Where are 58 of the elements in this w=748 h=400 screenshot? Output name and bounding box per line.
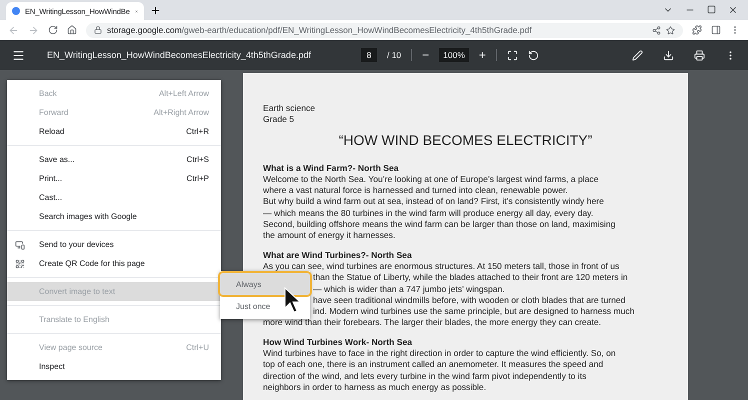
paragraph-line: the amount of energy it harnesses.	[263, 230, 396, 242]
paragraph-line: direction of the wind, and lets every turbine in the wind farm pivot independently to its	[263, 370, 588, 382]
fit-page-icon[interactable]	[506, 50, 518, 60]
devices-icon	[15, 240, 25, 250]
menu-item[interactable]: Always	[220, 273, 310, 295]
new-tab-icon[interactable]	[150, 4, 161, 16]
paragraph-line: than the Statue of Liberty, while the blades attached to their front are 120 meters in	[312, 272, 629, 284]
address-field[interactable]: storage.google.com/gweb-earth/education/pdf/EN_WritingLesson_HowWindBecomesElectricity_4th5thGrade.pdf	[86, 22, 683, 38]
paragraph-line: more wind than their forebears. The larger their blades, the more energy they can create.	[263, 317, 602, 329]
menu-icon[interactable]	[12, 48, 25, 62]
document-title: “HOW WIND BECOMES ELECTRICITY”	[338, 130, 594, 150]
reload-icon[interactable]	[48, 25, 58, 35]
paragraph-line: top of each one, there is an instrument called an anemometer. It measures the speed and	[263, 359, 604, 371]
section-heading: What is a Wind Farm?- North Sea	[263, 162, 400, 174]
page-number-field[interactable]: 8	[360, 48, 377, 62]
star-icon[interactable]	[666, 26, 675, 34]
paragraph-line: have seen traditional windmills before, with wooden or cloth blades that are turned	[312, 294, 626, 306]
paragraph-line: As you can see, wind turbines are enormous structures. At 150 meters tall, those in front of us	[263, 260, 620, 272]
download-icon[interactable]	[663, 50, 674, 60]
menu-item[interactable]: Reload Ctrl+R	[7, 122, 221, 141]
paragraph-line: But why build a wind farm out at sea, instead of on land? First, it’s consistently windy here	[263, 196, 605, 208]
zoom-out-button[interactable]: −	[422, 48, 430, 62]
menu-item[interactable]: Save as... Ctrl+S	[7, 150, 221, 169]
maximize-icon[interactable]	[707, 5, 716, 14]
zoom-in-button[interactable]: +	[478, 48, 486, 62]
section-heading: How Wind Turbines Work- North Sea	[263, 336, 414, 348]
document-label: Grade 5	[263, 114, 296, 126]
qr-code-icon	[15, 258, 25, 268]
paragraph-line: Wind turbines have to face in the right direction in order to capture the wind efficiently. So, on	[263, 348, 617, 360]
paragraph-line: Welcome to the North Sea. You’re looking at one of Europe’s largest wind farms, a place	[263, 174, 600, 186]
paragraph-line: Second, building offshore means the wind farm can be larger than those on land, maximising	[263, 219, 616, 230]
paragraph-line: neighbors in order to harness as much energy as possible.	[263, 382, 488, 394]
menu-item[interactable]: Inspect	[7, 357, 221, 376]
paragraph-line: — which is wider than a 747 jumbo jets’ wingspan.	[312, 284, 506, 295]
side-panel-icon[interactable]	[711, 25, 721, 35]
zoom-field[interactable]: 100%	[439, 48, 469, 62]
document-label: Earth science	[263, 103, 316, 114]
menu-item[interactable]: Search images with Google	[7, 207, 221, 226]
paragraph-line: where a vast natural force is harnessed and turned into clean, renewable power.	[263, 185, 569, 196]
cursor-icon	[284, 287, 302, 313]
lock-icon	[94, 26, 102, 34]
share-icon[interactable]	[652, 26, 661, 34]
pen-icon[interactable]	[632, 50, 643, 60]
print-icon[interactable]	[694, 50, 705, 60]
menu-item[interactable]: Send to your devices	[7, 235, 221, 254]
home-icon[interactable]	[67, 25, 77, 35]
paragraph-line: — which means the 80 turbines in the wind farm will produce energy all day, every day.	[263, 208, 594, 220]
close-icon[interactable]	[728, 5, 738, 15]
file-name: EN_WritingLesson_HowWindBecomesElectricity_4th5thGrade.pdf	[47, 50, 311, 60]
rotate-icon[interactable]	[528, 50, 539, 60]
page-total: / 10	[386, 50, 402, 60]
menu-item[interactable]: Cast...	[7, 188, 221, 207]
url-text: storage.google.com/gweb-earth/education/pdf/EN_WritingLesson_HowWindBecomesElectricity_4th5thGrade.pdf	[107, 25, 532, 35]
favicon-icon	[12, 7, 20, 15]
section-heading: What are Wind Turbines?- North Sea	[263, 250, 413, 261]
puzzle-icon[interactable]	[692, 25, 702, 35]
menu-item[interactable]: Print... Ctrl+P	[7, 169, 221, 188]
menu-item[interactable]: Create QR Code for this page	[7, 254, 221, 273]
